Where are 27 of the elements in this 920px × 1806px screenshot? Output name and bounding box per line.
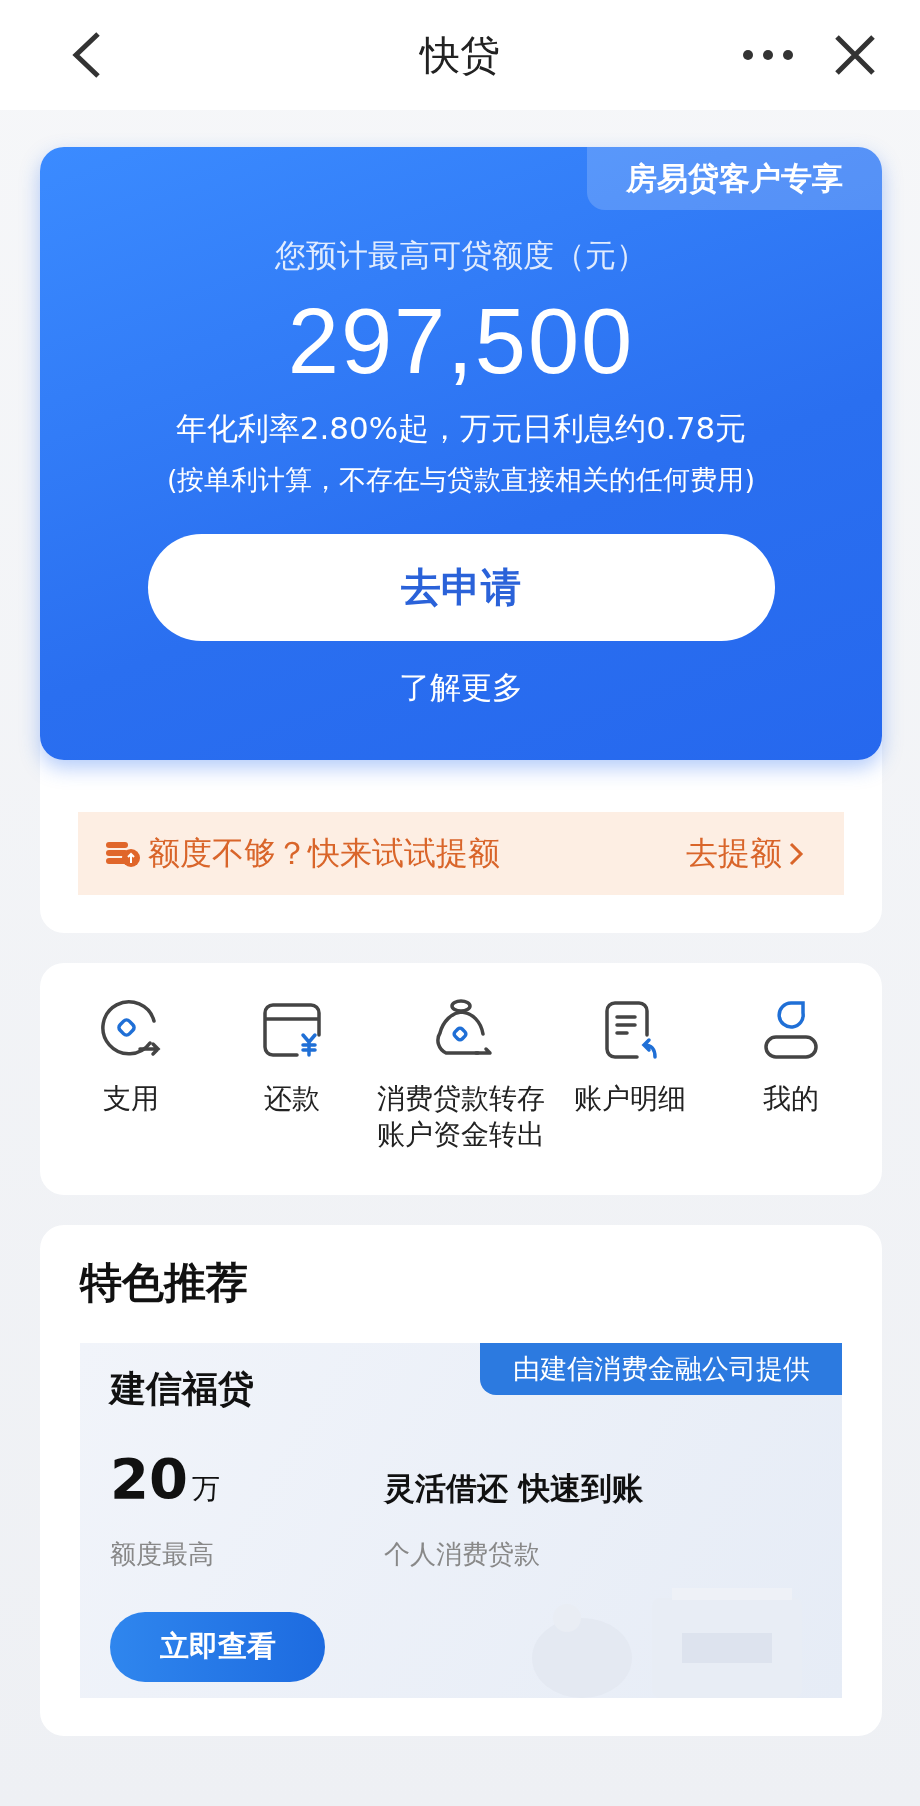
rate-text: 年化利率2.80%起，万元日利息约0.78元 bbox=[175, 409, 747, 448]
shortcut-label[interactable]: 账户明细 bbox=[573, 1081, 686, 1117]
quota-amount: 297,500 bbox=[287, 289, 635, 394]
shortcut-label[interactable]: 消费贷款转存账户资金转出 bbox=[373, 1081, 549, 1153]
raise-limit-text: 额度不够？快来试试提额 bbox=[148, 832, 500, 874]
apply-button[interactable]: 去申请 bbox=[147, 534, 775, 641]
amount-caption: 额度最高 bbox=[110, 1538, 215, 1571]
close-icon[interactable] bbox=[834, 34, 876, 76]
shortcut-label[interactable]: 支用 bbox=[102, 1081, 159, 1117]
product-name: 建信福贷 bbox=[110, 1367, 254, 1411]
more-icon[interactable] bbox=[742, 49, 794, 61]
product-slogan: 灵活借还 快速到账 bbox=[384, 1469, 644, 1508]
coins-icon bbox=[106, 839, 140, 868]
quota-subtitle: 您预计最高可贷额度（元） bbox=[275, 236, 647, 275]
fee-note: (按单利计算，不存在与贷款直接相关的任何费用) bbox=[166, 463, 756, 497]
learn-more-link[interactable]: 了解更多 bbox=[399, 667, 523, 709]
customer-badge: 房易贷客户专享 bbox=[587, 147, 882, 210]
view-button[interactable]: 立即查看 bbox=[110, 1612, 325, 1682]
section-title: 特色推荐 bbox=[80, 1257, 249, 1309]
page-title: 快贷 bbox=[420, 30, 500, 80]
provider-badge: 由建信消费金融公司提供 bbox=[480, 1343, 842, 1395]
amount-unit: 万 bbox=[191, 1471, 220, 1507]
product-type: 个人消费贷款 bbox=[384, 1538, 541, 1571]
chevron-right-icon bbox=[788, 840, 804, 867]
max-amount: 20 bbox=[110, 1446, 188, 1511]
shortcut-label[interactable]: 还款 bbox=[264, 1081, 321, 1117]
shortcut-label[interactable]: 我的 bbox=[763, 1081, 820, 1117]
